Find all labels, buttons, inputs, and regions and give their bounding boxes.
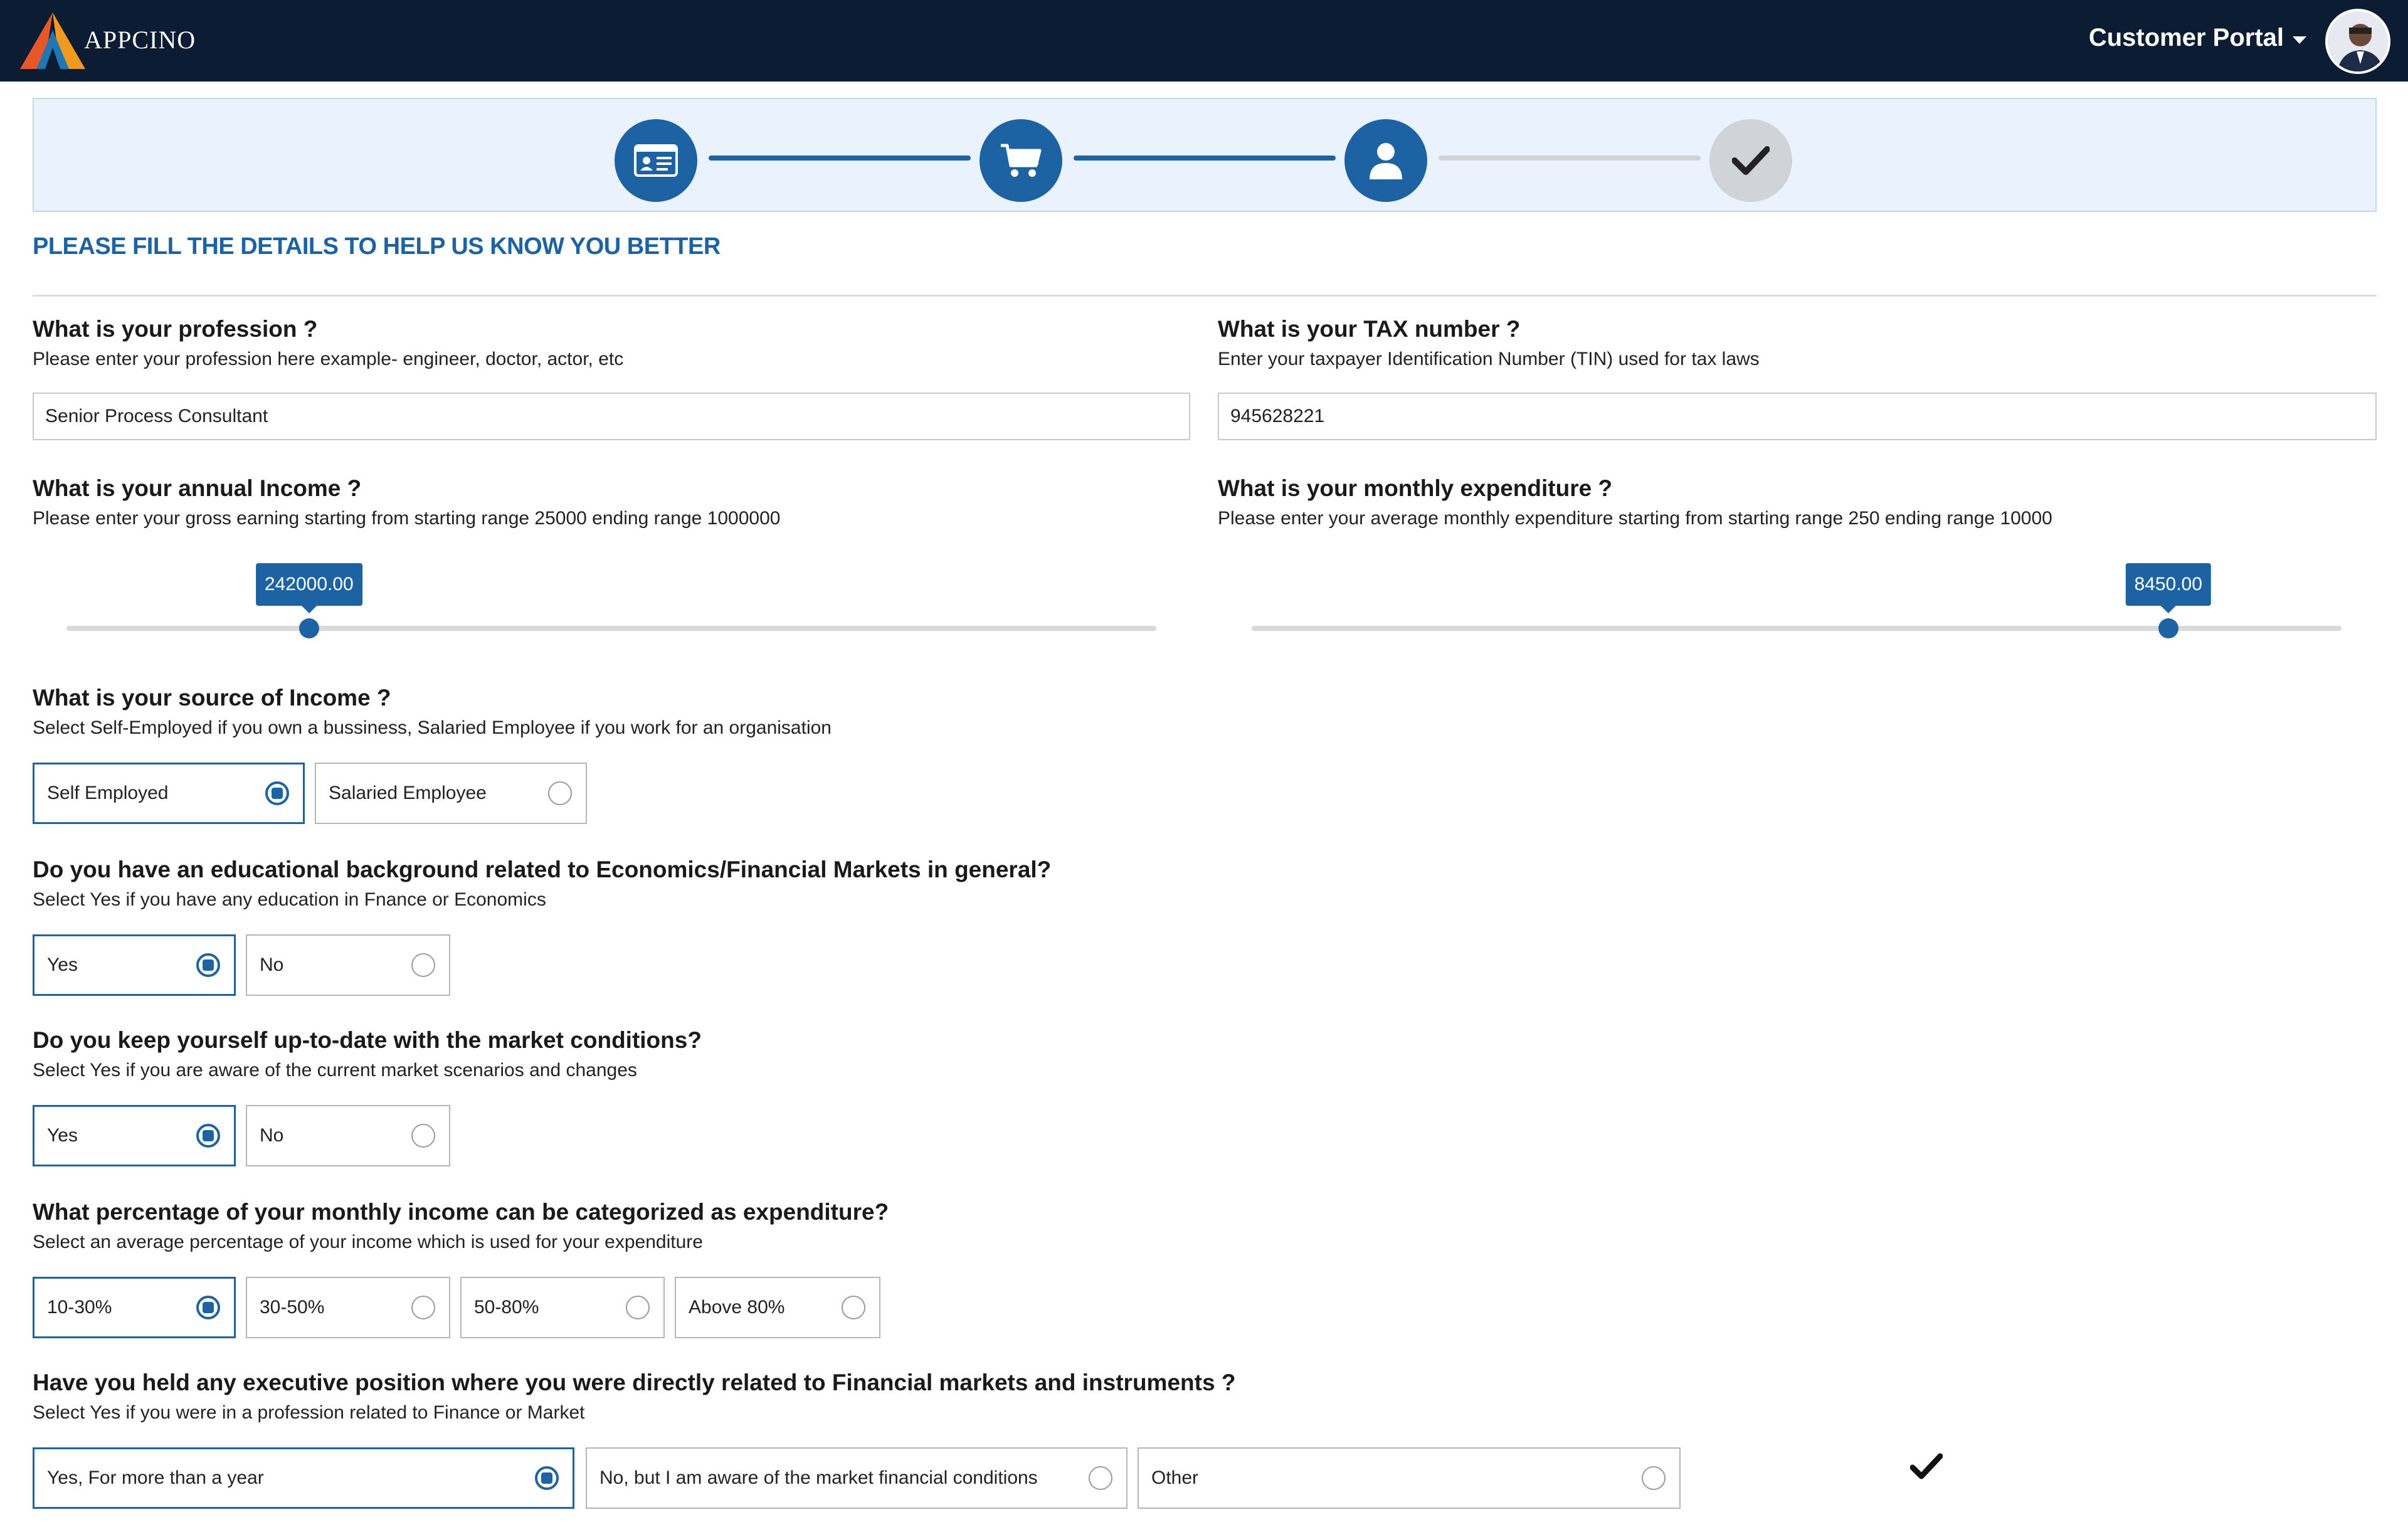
option-label: Yes, For more than a year — [47, 1467, 264, 1488]
option-label: No, but I am aware of the market financi… — [599, 1467, 1038, 1488]
radio-button[interactable] — [842, 1296, 865, 1319]
option-education-no[interactable]: No — [246, 934, 450, 996]
step-connector — [1074, 156, 1336, 161]
check-icon[interactable] — [1910, 1452, 1943, 1480]
annual-income-value-tooltip: 242000.00 — [255, 563, 362, 606]
radio-button[interactable] — [411, 953, 435, 977]
annual-income-help: Please enter your gross earning starting… — [33, 508, 781, 529]
step-personal-details[interactable] — [615, 119, 697, 202]
option-label: No — [260, 1125, 284, 1146]
form-heading: PLEASE FILL THE DETAILS TO HELP US KNOW … — [33, 233, 721, 260]
radio-button[interactable] — [548, 781, 572, 805]
step-products[interactable] — [980, 119, 1062, 202]
education-help: Select Yes if you have any education in … — [33, 889, 546, 910]
annual-income-slider-track[interactable] — [66, 626, 1156, 631]
option-label: Above 80% — [689, 1297, 785, 1318]
option-label: Yes — [47, 1125, 78, 1146]
option-self-employed[interactable]: Self Employed — [33, 763, 305, 824]
step-complete[interactable] — [1709, 119, 1792, 202]
executive-position-question: Have you held any executive position whe… — [33, 1370, 1236, 1395]
avatar[interactable] — [2325, 9, 2390, 74]
cart-icon — [1001, 144, 1042, 177]
tax-question: What is your TAX number ? — [1218, 316, 1521, 342]
education-question: Do you have an educational background re… — [33, 857, 1052, 882]
option-label: 10-30% — [47, 1297, 112, 1318]
top-navigation-bar: APPCINO Customer Portal — [0, 0, 2408, 82]
profession-question: What is your profession ? — [33, 316, 318, 342]
divider — [33, 295, 2377, 297]
expenditure-percentage-help: Select an average percentage of your inc… — [33, 1232, 703, 1252]
market-update-question: Do you keep yourself up-to-date with the… — [33, 1027, 702, 1053]
radio-button[interactable] — [1089, 1466, 1112, 1490]
user-avatar-icon — [2328, 11, 2388, 71]
income-source-help: Select Self-Employed if you own a bussin… — [33, 717, 832, 738]
radio-button[interactable] — [411, 1124, 435, 1148]
radio-button[interactable] — [196, 953, 220, 977]
id-card-icon — [634, 144, 678, 177]
radio-button[interactable] — [196, 1296, 220, 1319]
customer-portal-menu[interactable]: Customer Portal — [2089, 24, 2306, 52]
expenditure-percentage-question: What percentage of your monthly income c… — [33, 1199, 889, 1225]
annual-income-slider-handle[interactable] — [298, 618, 319, 638]
brand-name: APPCINO — [84, 26, 196, 54]
profession-input[interactable] — [33, 393, 1190, 440]
option-label: 30-50% — [260, 1297, 325, 1318]
monthly-expenditure-question: What is your monthly expenditure ? — [1218, 475, 1613, 501]
option-education-yes[interactable]: Yes — [33, 934, 236, 996]
option-label: Other — [1151, 1467, 1199, 1488]
option-label: Yes — [47, 954, 78, 975]
option-executive-no-but-aware[interactable]: No, but I am aware of the market financi… — [586, 1447, 1127, 1509]
progress-stepper — [33, 98, 2377, 212]
annual-income-question: What is your annual Income ? — [33, 475, 362, 501]
market-update-help: Select Yes if you are aware of the curre… — [33, 1060, 637, 1081]
income-source-question: What is your source of Income ? — [33, 685, 391, 711]
option-salaried-employee[interactable]: Salaried Employee — [315, 763, 587, 824]
option-30-50[interactable]: 30-50% — [246, 1277, 450, 1338]
tax-help: Enter your taxpayer Identification Numbe… — [1218, 349, 1760, 369]
option-label: 50-80% — [474, 1297, 539, 1318]
option-label: Salaried Employee — [329, 783, 487, 803]
option-executive-other[interactable]: Other — [1138, 1447, 1681, 1509]
radio-button[interactable] — [535, 1466, 559, 1490]
chevron-down-icon — [2293, 36, 2306, 44]
monthly-expenditure-help: Please enter your average monthly expend… — [1218, 508, 2052, 529]
option-10-30[interactable]: 10-30% — [33, 1277, 236, 1338]
step-connector — [1439, 156, 1701, 161]
radio-button[interactable] — [411, 1296, 435, 1319]
step-connector — [709, 156, 971, 161]
monthly-expenditure-slider-handle[interactable] — [2158, 618, 2178, 638]
option-50-80[interactable]: 50-80% — [460, 1277, 665, 1338]
radio-button[interactable] — [1642, 1466, 1666, 1490]
monthly-expenditure-value-tooltip: 8450.00 — [2125, 563, 2211, 606]
radio-button[interactable] — [626, 1296, 650, 1319]
customer-portal-label: Customer Portal — [2088, 24, 2284, 51]
profession-help: Please enter your profession here exampl… — [33, 349, 624, 369]
executive-position-help: Select Yes if you were in a profession r… — [33, 1402, 585, 1423]
radio-button[interactable] — [196, 1124, 220, 1148]
option-above-80[interactable]: Above 80% — [675, 1277, 880, 1338]
user-icon — [1370, 143, 1402, 179]
step-profile[interactable] — [1344, 119, 1427, 202]
option-label: Self Employed — [47, 783, 169, 803]
check-icon — [1732, 146, 1770, 175]
option-executive-yes[interactable]: Yes, For more than a year — [33, 1447, 574, 1509]
option-label: No — [260, 954, 284, 975]
radio-button[interactable] — [265, 781, 289, 805]
option-market-yes[interactable]: Yes — [33, 1105, 236, 1166]
appcino-logo-icon[interactable] — [19, 11, 87, 71]
option-market-no[interactable]: No — [246, 1105, 450, 1166]
tax-number-input[interactable] — [1218, 393, 2377, 440]
